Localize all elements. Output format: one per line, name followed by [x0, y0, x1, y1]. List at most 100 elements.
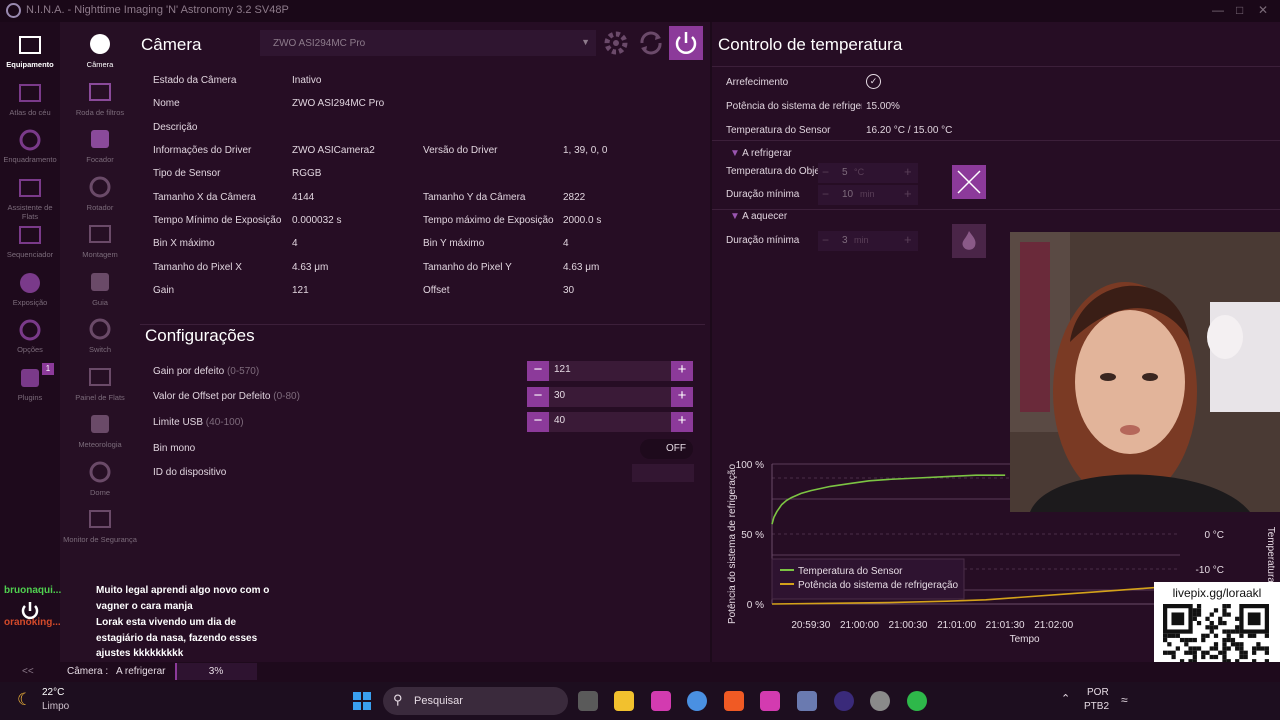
tray-chevron-up-icon[interactable]: ⌃ — [1061, 692, 1070, 705]
chart-y-tick-label: 50 % — [741, 530, 764, 541]
camera-title: Câmera — [141, 35, 202, 54]
status-progress-bar: 3% — [175, 663, 257, 680]
switch-icon — [85, 315, 115, 343]
default-offset-input[interactable]: 30 — [549, 387, 671, 407]
chat-message: estagiário da nasa, fazendo esses — [96, 633, 258, 644]
warm-min-duration-stepper[interactable]: − 3 min + — [818, 231, 918, 251]
nina-taskbar-icon[interactable] — [797, 691, 817, 711]
nav-item-equipment[interactable]: Equipamento — [0, 32, 60, 69]
qr-module — [1256, 646, 1261, 651]
default-offset-decrement-button[interactable]: − — [527, 387, 549, 407]
equipment-item-focuser[interactable]: Focador — [60, 125, 140, 164]
brave-icon[interactable] — [724, 691, 744, 711]
status-bar: << Câmera : A refrigerar 3% — [0, 662, 1280, 682]
collapse-triangle-icon: ▼ — [730, 148, 740, 159]
chat-message: ajustes kkkkkkkkk — [96, 648, 184, 659]
task-view-icon[interactable] — [578, 691, 598, 711]
min-duration-stepper[interactable]: − 10 min + — [818, 185, 918, 205]
nav-item-plugins[interactable]: Plugins 1 — [0, 362, 60, 402]
nav-item-options[interactable]: Opções — [0, 317, 60, 354]
bin-mono-toggle[interactable]: OFF — [640, 439, 693, 459]
qr-module — [1213, 642, 1219, 647]
taskbar-search-box[interactable]: ⚲ Pesquisar — [383, 687, 568, 715]
nav-item-label: Opções — [17, 345, 43, 354]
nav-item-label: Exposição — [12, 297, 48, 307]
equipment-item-switch[interactable]: Switch — [60, 315, 140, 354]
qr-module — [1209, 646, 1214, 651]
equipment-item-label: Switch — [88, 345, 112, 354]
warming-section-header[interactable]: ▼ A aquecer — [730, 211, 787, 222]
windows-start-icon[interactable] — [352, 691, 372, 711]
nav-item-sequencer[interactable]: Sequenciador — [0, 222, 60, 259]
minimize-button[interactable]: — — [1212, 3, 1224, 17]
cancel-cooling-button[interactable] — [952, 165, 986, 199]
weather-desc[interactable]: Limpo — [42, 701, 69, 712]
cooling-section-header[interactable]: ▼ A refrigerar — [730, 148, 792, 159]
nav-item-sky-atlas[interactable]: Atlas do céu — [0, 80, 60, 117]
qr-module — [1205, 616, 1210, 621]
equipment-item-dome[interactable]: Dome — [60, 458, 140, 497]
app-icon[interactable] — [651, 691, 671, 711]
usb-limit-decrement-button[interactable]: − — [527, 412, 549, 432]
qr-module — [1243, 654, 1248, 660]
default-gain-decrement-button[interactable]: − — [527, 361, 549, 381]
qr-module — [1222, 629, 1227, 634]
close-button[interactable]: ✕ — [1258, 3, 1268, 17]
cooling-status-checkmark-icon[interactable]: ✓ — [866, 74, 881, 89]
equipment-item-guider[interactable]: Guia — [60, 268, 140, 307]
default-offset-increment-button[interactable]: + — [671, 387, 693, 407]
target-temp-stepper[interactable]: − 5 °C + — [818, 163, 918, 183]
windows-taskbar: ☾ 22°C Limpo ⚲ Pesquisar ⌃ POR PTB2 ≈ — [0, 682, 1280, 720]
weather-temp[interactable]: 22°C — [42, 687, 64, 698]
equipment-item-weather[interactable]: Meteorologia — [60, 410, 140, 449]
qr-module — [1226, 637, 1231, 643]
keyboard-layout-indicator[interactable]: PTB2 — [1084, 701, 1109, 712]
equipment-item-telescope[interactable]: Montagem — [60, 220, 140, 259]
app-icon[interactable] — [760, 691, 780, 711]
camera-refresh-button[interactable] — [635, 27, 667, 59]
qr-module — [1222, 608, 1227, 613]
chart-x-tick-label: 21:01:00 — [937, 620, 976, 631]
equipment-item-rotator[interactable]: Rotador — [60, 173, 140, 212]
qr-module — [1226, 633, 1231, 638]
qr-module — [1167, 642, 1172, 647]
driver-info-value: ZWO ASICamera2 — [292, 145, 375, 156]
phd2-icon[interactable] — [907, 691, 927, 711]
usb-limit-input[interactable]: 40 — [549, 412, 671, 432]
usb-limit-increment-button[interactable]: + — [671, 412, 693, 432]
device-id-input[interactable] — [632, 464, 694, 482]
language-indicator[interactable]: POR — [1087, 687, 1109, 698]
warm-button[interactable] — [952, 224, 986, 258]
equipment-item-safety-monitor[interactable]: Monitor de Segurança — [60, 505, 140, 544]
maximize-button[interactable]: □ — [1236, 3, 1243, 17]
nav-item-flat-wizard[interactable]: Assistente de Flats — [0, 175, 60, 221]
file-explorer-icon[interactable] — [614, 691, 634, 711]
sensor-type-label: Tipo de Sensor — [153, 168, 221, 179]
settings-title: Configurações — [145, 326, 255, 345]
qr-module — [1209, 629, 1214, 634]
camera-device-select[interactable]: ZWO ASI294MC Pro ▼ — [260, 30, 596, 56]
nav-item-imaging[interactable]: Exposição — [0, 270, 60, 307]
equipment-item-filter-wheel[interactable]: Roda de filtros — [60, 78, 140, 117]
app-icon[interactable] — [870, 691, 890, 711]
camera-size-y-label: Tamanho Y da Câmera — [423, 192, 526, 203]
decrement-icon: − — [822, 233, 830, 247]
chrome-icon[interactable] — [687, 691, 707, 711]
nav-item-framing[interactable]: Enquadramento — [0, 127, 60, 164]
webcam-overlay — [1010, 232, 1280, 512]
equipment-item-camera-shutter[interactable]: Câmera — [60, 30, 140, 69]
camera-settings-button[interactable] — [600, 27, 632, 59]
camera-connect-button[interactable] — [669, 26, 703, 60]
pixel-size-x-value: 4.63 μm — [292, 262, 329, 273]
qr-module — [1192, 637, 1197, 643]
default-gain-input[interactable]: 121 — [549, 361, 671, 381]
stellarium-icon[interactable] — [834, 691, 854, 711]
collapse-sidebar-button[interactable]: << — [22, 666, 34, 677]
qr-module — [1209, 654, 1214, 660]
default-gain-increment-button[interactable]: + — [671, 361, 693, 381]
rotator-icon — [85, 173, 115, 201]
wifi-icon[interactable]: ≈ — [1121, 693, 1128, 707]
equipment-item-flat-panel[interactable]: Painel de Flats — [60, 363, 140, 402]
chart-y-tick-label: 0 % — [747, 600, 764, 611]
refresh-icon — [640, 31, 662, 55]
